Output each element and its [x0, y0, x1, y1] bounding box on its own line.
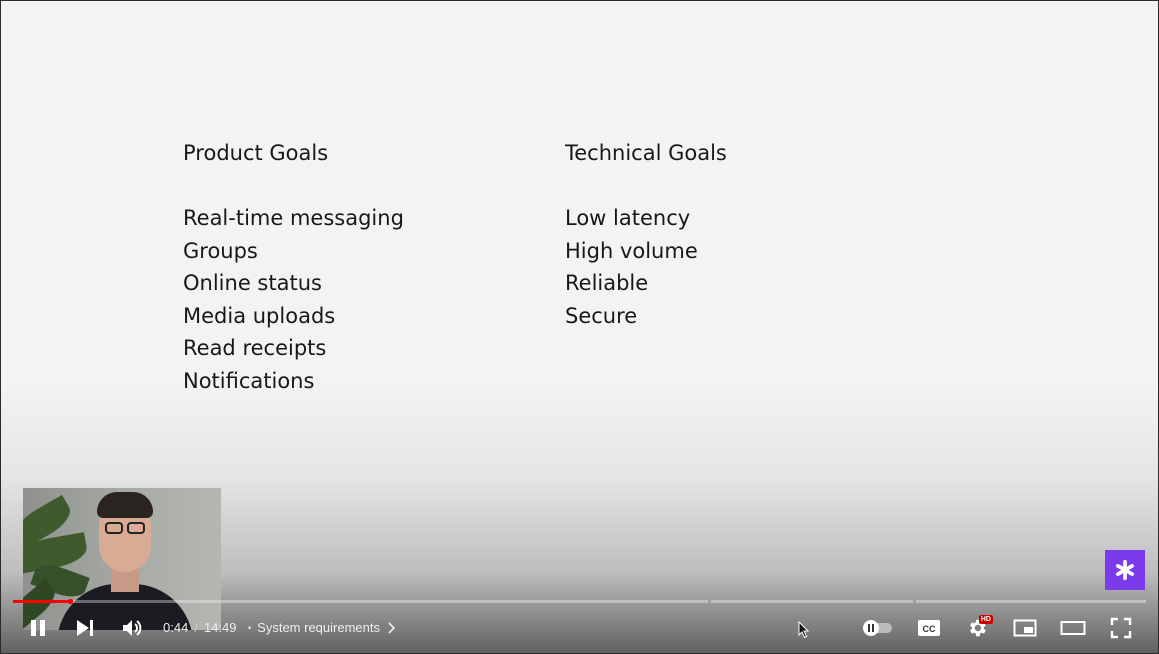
list-item: Secure — [565, 303, 638, 328]
progress-scrubber[interactable] — [68, 599, 73, 604]
chapter-segment[interactable] — [13, 600, 708, 603]
chapter-button[interactable]: • System requirements — [248, 611, 396, 645]
presenter-webcam-overlay — [23, 488, 221, 630]
mouse-cursor-icon — [798, 621, 810, 639]
chapter-segment[interactable] — [711, 600, 913, 603]
progress-played — [13, 600, 70, 603]
chapter-separator: • — [248, 623, 252, 633]
next-button[interactable] — [67, 611, 103, 645]
captions-icon: CC — [918, 620, 940, 636]
volume-icon — [123, 620, 142, 636]
product-goals-heading: Product Goals — [183, 141, 329, 165]
list-item: Media uploads — [183, 303, 336, 328]
hd-badge: HD — [978, 615, 993, 624]
product-goals-list: Real-time messaging Groups Online status… — [183, 202, 404, 398]
technical-goals-heading: Technical Goals — [565, 141, 727, 165]
chevron-right-icon — [388, 622, 396, 634]
player-controls: 0:44 / 14:49 • System requirements CC HD — [1, 611, 1158, 645]
chapter-title: System requirements — [257, 620, 380, 635]
chapter-segment[interactable] — [916, 600, 1146, 603]
fullscreen-button[interactable] — [1103, 611, 1139, 645]
time-total: 14:49 — [203, 620, 237, 635]
autoplay-toggle-icon — [863, 620, 892, 636]
miniplayer-icon — [1013, 619, 1037, 637]
theater-mode-icon — [1060, 621, 1086, 635]
time-display: 0:44 / 14:49 — [163, 611, 236, 645]
list-item: Low latency — [565, 206, 691, 230]
list-item: Reliable — [565, 271, 649, 296]
time-current: 0:44 — [163, 620, 189, 635]
pause-button[interactable] — [20, 611, 56, 645]
list-item: Read receipts — [183, 336, 327, 361]
miniplayer-button[interactable] — [1007, 611, 1043, 645]
star-icon — [1116, 559, 1134, 581]
theater-mode-button[interactable] — [1055, 611, 1091, 645]
technical-goals-column: Technical Goals Low latency High volume … — [565, 137, 727, 332]
autoplay-toggle[interactable] — [859, 611, 897, 645]
captions-button[interactable]: CC — [911, 611, 947, 645]
svg-text:CC: CC — [923, 624, 936, 634]
list-item: High volume — [565, 238, 698, 263]
technical-goals-list: Low latency High volume Reliable Secure — [565, 202, 727, 332]
time-separator: / — [194, 620, 198, 635]
fullscreen-icon — [1110, 617, 1132, 639]
settings-button[interactable]: HD — [959, 611, 995, 645]
list-item: Real-time messaging — [183, 206, 404, 230]
next-icon — [77, 620, 93, 636]
list-item: Groups — [183, 238, 258, 263]
list-item: Online status — [183, 271, 322, 296]
product-goals-column: Product Goals Real-time messaging Groups… — [183, 137, 404, 398]
volume-button[interactable] — [114, 611, 150, 645]
star-button[interactable] — [1105, 550, 1145, 590]
progress-bar[interactable] — [13, 599, 1146, 604]
video-player[interactable]: Product Goals Real-time messaging Groups… — [0, 0, 1159, 654]
pause-icon — [31, 620, 45, 636]
